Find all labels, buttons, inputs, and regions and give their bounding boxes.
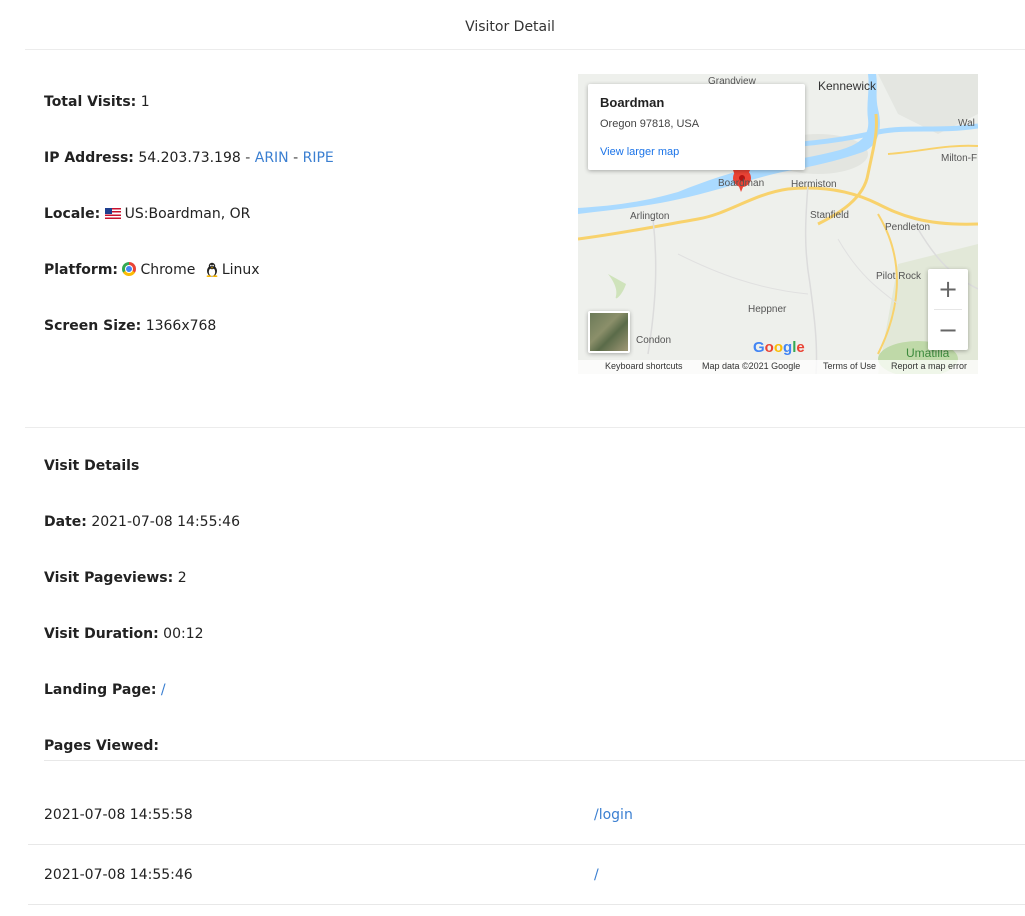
visit-details-heading-row: Visit Details xyxy=(44,457,139,475)
map-footer: Keyboard shortcuts Map data ©2021 Google… xyxy=(578,360,978,374)
section-divider xyxy=(25,427,1025,428)
visit-date-row: Date: 2021-07-08 14:55:46 xyxy=(44,513,240,531)
os-name: Linux xyxy=(221,262,260,278)
zoom-in-button[interactable]: + xyxy=(928,269,968,309)
arin-link[interactable]: ARIN xyxy=(255,150,289,166)
ip-dash-2: - xyxy=(293,150,299,166)
pages-viewed-label: Pages Viewed: xyxy=(44,738,159,754)
visit-date-label: Date: xyxy=(44,514,87,530)
location-map[interactable]: Kennewick Grandview Wal Milton-F Boardma… xyxy=(578,74,978,374)
place-boardman: Boardman xyxy=(718,178,765,189)
terms-of-use-link[interactable]: Terms of Use xyxy=(823,361,876,371)
pages-viewed-heading-row: Pages Viewed: xyxy=(44,737,159,755)
visit-details-heading: Visit Details xyxy=(44,458,140,474)
screen-size-label: Screen Size: xyxy=(44,318,142,334)
zoom-out-button[interactable]: − xyxy=(928,310,968,350)
place-arlington: Arlington xyxy=(630,211,670,222)
landing-page-label: Landing Page: xyxy=(44,682,157,698)
place-pendleton: Pendleton xyxy=(885,222,931,233)
us-flag-icon xyxy=(104,208,121,219)
total-visits-value: 1 xyxy=(140,94,150,110)
table-row-divider xyxy=(28,904,1025,905)
visit-date-value: 2021-07-08 14:55:46 xyxy=(91,514,241,530)
map-info-window: Boardman Oregon 97818, USA View larger m… xyxy=(588,84,805,170)
place-condon: Condon xyxy=(636,335,672,346)
locale-label: Locale: xyxy=(44,206,101,222)
pageview-path-link[interactable]: / xyxy=(594,867,599,883)
info-place-name: Boardman xyxy=(600,95,665,110)
keyboard-shortcuts-link[interactable]: Keyboard shortcuts xyxy=(605,361,683,371)
landing-page-row: Landing Page: / xyxy=(44,681,166,699)
zoom-control: + − xyxy=(928,269,968,350)
visit-pageviews-label: Visit Pageviews: xyxy=(44,570,174,586)
browser-name: Chrome xyxy=(140,262,196,278)
landing-page-link[interactable]: / xyxy=(161,682,166,698)
visit-duration-value: 00:12 xyxy=(163,626,204,642)
ip-address-row: IP Address: 54.203.73.198 - ARIN - RIPE xyxy=(44,149,334,167)
ip-address-value: 54.203.73.198 xyxy=(138,150,241,166)
place-hermiston: Hermiston xyxy=(791,179,837,190)
pageview-time: 2021-07-08 14:55:58 xyxy=(44,807,193,823)
platform-row: Platform: Chrome Linux xyxy=(44,261,260,279)
visit-duration-row: Visit Duration: 00:12 xyxy=(44,625,204,643)
place-heppner: Heppner xyxy=(748,304,787,315)
visit-pageviews-value: 2 xyxy=(177,570,187,586)
ripe-link[interactable]: RIPE xyxy=(303,150,334,166)
table-row-divider xyxy=(28,844,1025,845)
satellite-toggle-button[interactable] xyxy=(588,311,630,353)
total-visits-label: Total Visits: xyxy=(44,94,137,110)
page-header: Visitor Detail xyxy=(25,0,1025,50)
screen-size-value: 1366x768 xyxy=(145,318,217,334)
map-data-text: Map data ©2021 Google xyxy=(702,361,801,371)
locale-row: Locale: US:Boardman, OR xyxy=(44,205,250,223)
view-larger-map-link[interactable]: View larger map xyxy=(600,146,679,158)
screen-size-row: Screen Size: 1366x768 xyxy=(44,317,216,335)
place-milton: Milton-F xyxy=(941,153,978,164)
ip-address-label: IP Address: xyxy=(44,150,134,166)
platform-label: Platform: xyxy=(44,262,118,278)
page-title: Visitor Detail xyxy=(465,19,555,35)
pageview-path-link[interactable]: /login xyxy=(594,807,633,823)
place-pilot-rock: Pilot Rock xyxy=(876,271,922,282)
place-walla: Wal xyxy=(958,118,975,129)
visit-duration-label: Visit Duration: xyxy=(44,626,159,642)
chrome-icon xyxy=(122,262,137,276)
ip-dash-1: - xyxy=(245,150,251,166)
pages-viewed-table-top-border xyxy=(44,760,1025,761)
info-address: Oregon 97818, USA xyxy=(600,118,700,130)
linux-icon xyxy=(206,262,218,277)
visit-pageviews-row: Visit Pageviews: 2 xyxy=(44,569,187,587)
google-logo: Google xyxy=(753,339,805,356)
total-visits-row: Total Visits: 1 xyxy=(44,93,150,111)
place-stanfield: Stanfield xyxy=(810,210,849,221)
report-map-error-link[interactable]: Report a map error xyxy=(891,361,967,371)
place-kennewick: Kennewick xyxy=(818,79,877,93)
locale-value: US:Boardman, OR xyxy=(124,206,251,222)
pageview-time: 2021-07-08 14:55:46 xyxy=(44,867,193,883)
